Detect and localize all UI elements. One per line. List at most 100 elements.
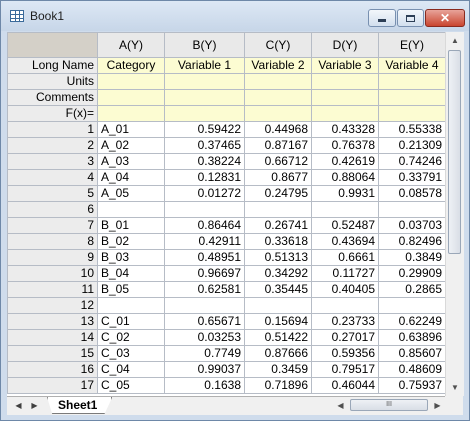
metadata-cell[interactable]	[97, 89, 165, 106]
value-cell[interactable]: 0.29909	[378, 265, 446, 282]
row-number[interactable]: 16	[7, 361, 98, 378]
value-cell[interactable]: 0.48951	[164, 249, 245, 266]
metadata-cell[interactable]	[164, 73, 245, 90]
value-cell[interactable]: 0.63896	[378, 329, 446, 346]
metadata-cell[interactable]	[378, 89, 446, 106]
metadata-cell[interactable]: Variable 4	[378, 57, 446, 74]
value-cell[interactable]: 0.9931	[311, 185, 379, 202]
vertical-scrollbar[interactable]: ▲ ▼	[445, 32, 464, 396]
value-cell[interactable]: 0.96697	[164, 265, 245, 282]
row-number[interactable]: 7	[7, 217, 98, 234]
metadata-cell[interactable]	[378, 105, 446, 122]
column-header[interactable]: B(Y)	[164, 32, 245, 58]
row-number[interactable]: 13	[7, 313, 98, 330]
value-cell[interactable]	[311, 297, 379, 314]
value-cell[interactable]: 0.15694	[244, 313, 312, 330]
worksheet-grid[interactable]: A(Y) B(Y) C(Y) D(Y) E(Y) Long Name Category Var…	[7, 32, 463, 412]
value-cell[interactable]: 0.62249	[378, 313, 446, 330]
value-cell[interactable]: 0.42911	[164, 233, 245, 250]
value-cell[interactable]	[164, 297, 245, 314]
value-cell[interactable]: 0.75937	[378, 377, 446, 394]
value-cell[interactable]	[164, 201, 245, 218]
value-cell[interactable]: 0.40405	[311, 281, 379, 298]
metadata-cell[interactable]	[378, 73, 446, 90]
value-cell[interactable]: 0.37465	[164, 137, 245, 154]
value-cell[interactable]: 0.27017	[311, 329, 379, 346]
value-cell[interactable]: 0.51313	[244, 249, 312, 266]
value-cell[interactable]: 0.62581	[164, 281, 245, 298]
category-cell[interactable]: C_01	[97, 313, 165, 330]
value-cell[interactable]: 0.6661	[311, 249, 379, 266]
scroll-down-icon[interactable]: ▼	[446, 379, 464, 396]
horizontal-scrollbar[interactable]: ◀ III ▶	[333, 397, 445, 414]
scroll-left-icon[interactable]: ◀	[333, 398, 348, 413]
row-number[interactable]: 1	[7, 121, 98, 138]
value-cell[interactable]: 0.52487	[311, 217, 379, 234]
size-grip[interactable]	[445, 396, 463, 414]
scroll-up-icon[interactable]: ▲	[446, 32, 464, 49]
category-cell[interactable]	[97, 297, 165, 314]
row-number[interactable]: 5	[7, 185, 98, 202]
value-cell[interactable]: 0.34292	[244, 265, 312, 282]
maximize-button[interactable]	[397, 9, 424, 27]
column-header[interactable]: D(Y)	[311, 32, 379, 58]
row-number[interactable]: 15	[7, 345, 98, 362]
value-cell[interactable]: 0.59422	[164, 121, 245, 138]
row-number[interactable]: 3	[7, 153, 98, 170]
metadata-cell[interactable]	[244, 89, 312, 106]
value-cell[interactable]: 0.03703	[378, 217, 446, 234]
category-cell[interactable]: A_01	[97, 121, 165, 138]
row-number[interactable]: 4	[7, 169, 98, 186]
vertical-scroll-thumb[interactable]	[448, 50, 461, 254]
value-cell[interactable]: 0.44968	[244, 121, 312, 138]
column-header[interactable]: A(Y)	[97, 32, 165, 58]
value-cell[interactable]: 0.71896	[244, 377, 312, 394]
metadata-cell[interactable]	[311, 89, 379, 106]
value-cell[interactable]: 0.86464	[164, 217, 245, 234]
metadata-cell[interactable]	[164, 89, 245, 106]
value-cell[interactable]: 0.8677	[244, 169, 312, 186]
value-cell[interactable]: 0.3849	[378, 249, 446, 266]
value-cell[interactable]: 0.51422	[244, 329, 312, 346]
row-number[interactable]: 10	[7, 265, 98, 282]
title-bar[interactable]: Book1 ✕	[1, 1, 469, 31]
category-cell[interactable]: A_05	[97, 185, 165, 202]
metadata-row-label[interactable]: Long Name	[7, 57, 98, 74]
category-cell[interactable]: C_02	[97, 329, 165, 346]
value-cell[interactable]	[378, 201, 446, 218]
row-number[interactable]: 8	[7, 233, 98, 250]
row-number[interactable]: 12	[7, 297, 98, 314]
value-cell[interactable]	[244, 201, 312, 218]
value-cell[interactable]: 0.66712	[244, 153, 312, 170]
column-header[interactable]: C(Y)	[244, 32, 312, 58]
close-button[interactable]: ✕	[425, 9, 465, 27]
category-cell[interactable]: B_05	[97, 281, 165, 298]
metadata-cell[interactable]	[311, 105, 379, 122]
category-cell[interactable]: C_03	[97, 345, 165, 362]
row-number[interactable]: 6	[7, 201, 98, 218]
value-cell[interactable]: 0.55338	[378, 121, 446, 138]
value-cell[interactable]	[311, 201, 379, 218]
metadata-row-label[interactable]: Units	[7, 73, 98, 90]
category-cell[interactable]: B_04	[97, 265, 165, 282]
value-cell[interactable]	[244, 297, 312, 314]
value-cell[interactable]: 0.7749	[164, 345, 245, 362]
value-cell[interactable]: 0.65671	[164, 313, 245, 330]
value-cell[interactable]: 0.85607	[378, 345, 446, 362]
value-cell[interactable]: 0.99037	[164, 361, 245, 378]
category-cell[interactable]: B_01	[97, 217, 165, 234]
row-number[interactable]: 9	[7, 249, 98, 266]
category-cell[interactable]: A_03	[97, 153, 165, 170]
scroll-right-icon[interactable]: ▶	[430, 398, 445, 413]
metadata-row-label[interactable]: F(x)=	[7, 105, 98, 122]
row-number[interactable]: 2	[7, 137, 98, 154]
value-cell[interactable]: 0.88064	[311, 169, 379, 186]
metadata-cell[interactable]	[244, 73, 312, 90]
value-cell[interactable]: 0.43328	[311, 121, 379, 138]
row-number[interactable]: 14	[7, 329, 98, 346]
value-cell[interactable]: 0.1638	[164, 377, 245, 394]
metadata-cell[interactable]	[97, 73, 165, 90]
value-cell[interactable]: 0.3459	[244, 361, 312, 378]
row-number[interactable]: 17	[7, 377, 98, 394]
row-number[interactable]: 11	[7, 281, 98, 298]
